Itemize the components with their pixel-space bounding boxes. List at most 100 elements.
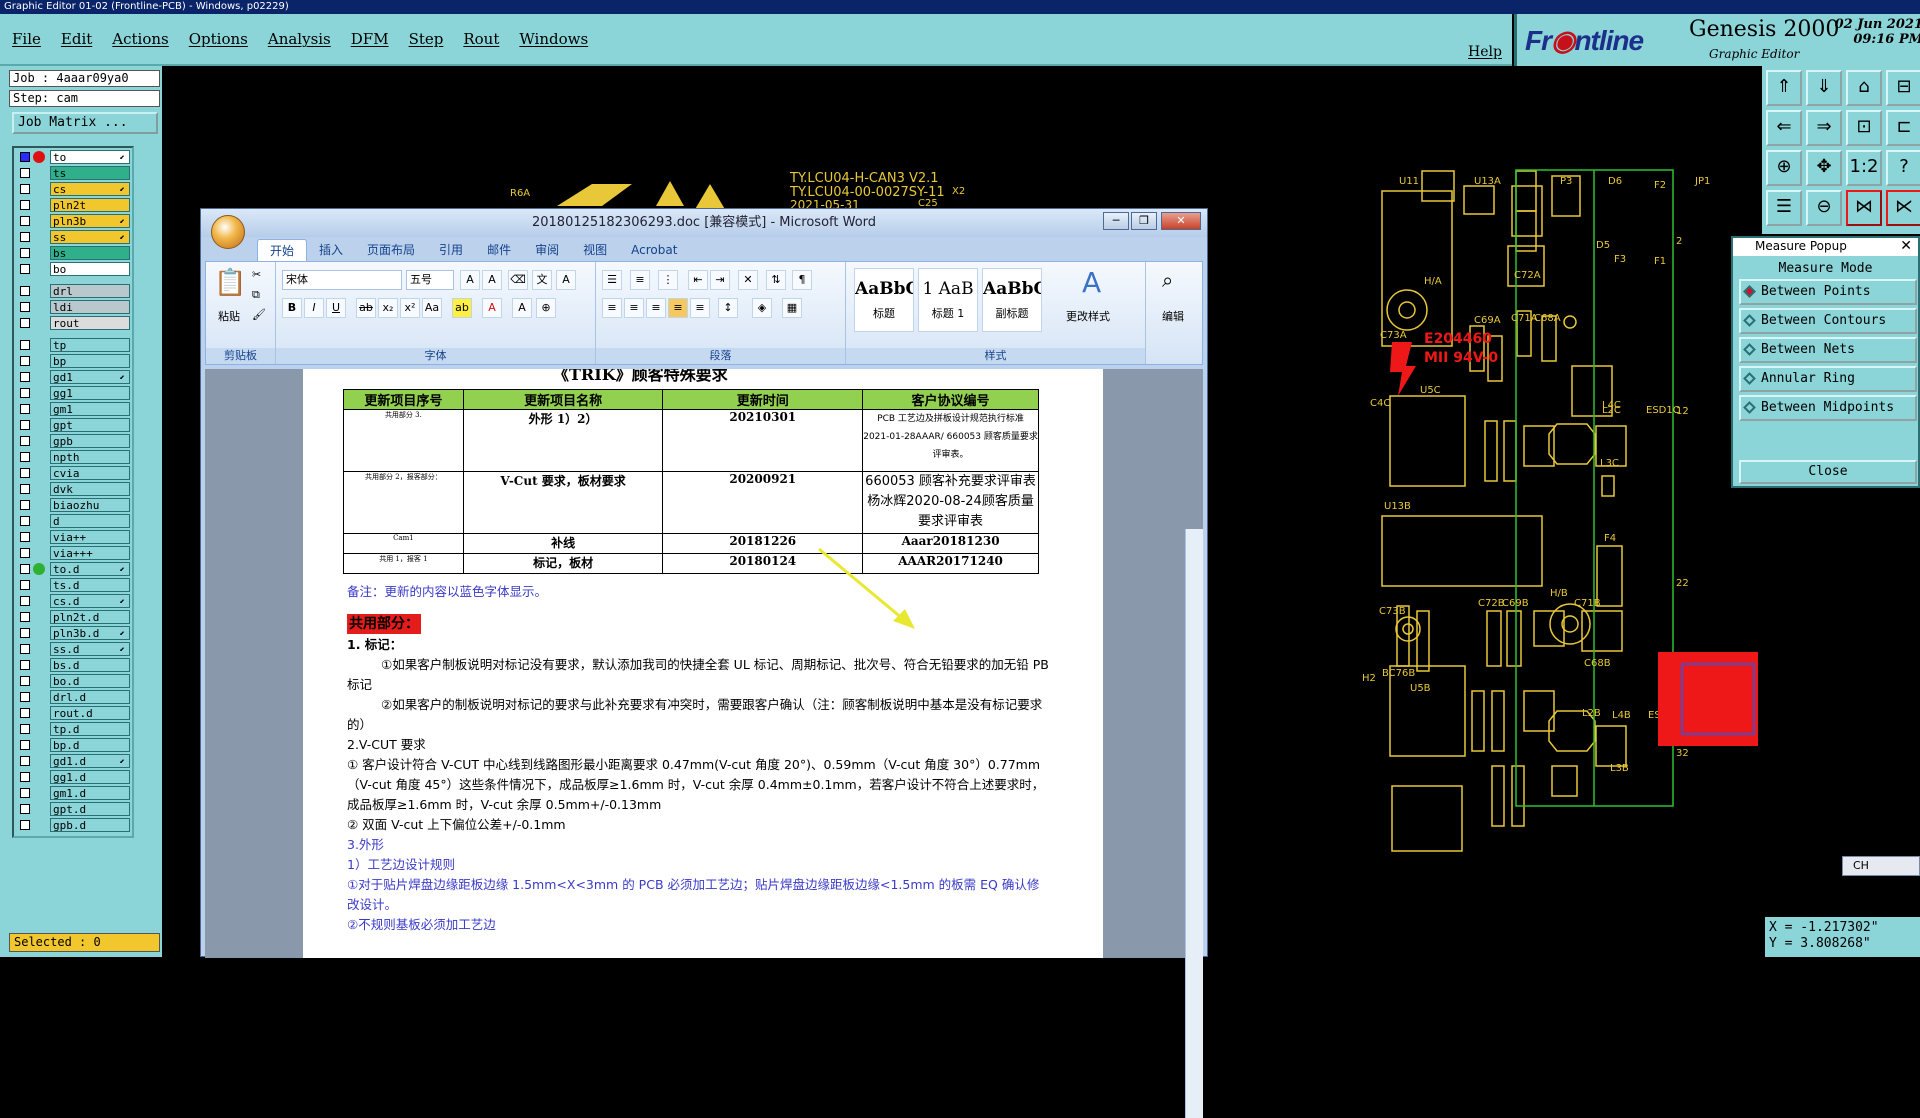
layer-row[interactable]: bs.d xyxy=(16,658,132,672)
slide-right-icon[interactable]: ⇒ xyxy=(1806,110,1842,146)
ime-indicator[interactable]: CH xyxy=(1842,856,1920,876)
layer-name[interactable]: pln3b.d ⬋ xyxy=(50,626,130,640)
layer-row[interactable]: gg1.d xyxy=(16,770,132,784)
edit-button[interactable]: 编辑 xyxy=(1162,308,1184,324)
layer-name[interactable]: gm1 xyxy=(50,402,130,416)
window-close-icon[interactable]: ✕ xyxy=(1161,212,1201,230)
layer-name[interactable]: ts xyxy=(50,166,130,180)
align-right-icon[interactable]: ≡ xyxy=(646,298,666,318)
layer-row[interactable]: drl xyxy=(16,284,132,298)
layer-checkbox[interactable] xyxy=(20,660,30,670)
ribbon-tab[interactable]: 审阅 xyxy=(523,239,571,261)
layer-checkbox[interactable] xyxy=(20,286,30,296)
layer-name[interactable]: dvk xyxy=(50,482,130,496)
format-painter-icon[interactable]: 🖌 xyxy=(252,308,266,321)
layer-name[interactable]: tp.d xyxy=(50,722,130,736)
subscript-icon[interactable]: x₂ xyxy=(378,298,398,318)
layer-name[interactable]: via++ xyxy=(50,530,130,544)
layer-row[interactable]: gpt.d xyxy=(16,802,132,816)
center-icon[interactable]: ✥ xyxy=(1806,150,1842,186)
font-size-select[interactable]: 五号 xyxy=(406,270,454,290)
layer-row[interactable]: ts.d xyxy=(16,578,132,592)
layer-checkbox[interactable] xyxy=(20,248,30,258)
measure-icon[interactable]: ⊖ xyxy=(1806,190,1842,226)
slide-left-icon[interactable]: ⇐ xyxy=(1766,110,1802,146)
grow-font-icon[interactable]: A xyxy=(460,270,480,290)
layer-checkbox[interactable] xyxy=(20,788,30,798)
layer-checkbox[interactable] xyxy=(20,628,30,638)
change-styles-button[interactable]: 更改样式 xyxy=(1066,308,1110,324)
paste-icon[interactable]: 📋 xyxy=(214,268,246,298)
layer-list[interactable]: to ⬋ ts cs ⬋ pln2t pln3b ⬋ ss ⬋ bs bo drl ldi rout tp bp… xyxy=(12,146,134,838)
layer-checkbox[interactable] xyxy=(20,548,30,558)
italic-icon[interactable]: I xyxy=(304,298,324,318)
layer-checkbox[interactable] xyxy=(20,692,30,702)
layer-row[interactable]: rout.d xyxy=(16,706,132,720)
mode-between-contours[interactable]: Between Contours xyxy=(1739,308,1917,334)
layer-checkbox[interactable] xyxy=(20,404,30,414)
layer-checkbox[interactable] xyxy=(20,484,30,494)
layer-row[interactable]: cvia xyxy=(16,466,132,480)
layer-checkbox[interactable] xyxy=(20,804,30,814)
office-button-icon[interactable] xyxy=(211,215,245,249)
layer-checkbox[interactable] xyxy=(20,340,30,350)
layer-name[interactable]: cvia xyxy=(50,466,130,480)
layer-row[interactable]: bo.d xyxy=(16,674,132,688)
menu-edit[interactable]: Edit xyxy=(61,30,92,48)
layer-name[interactable]: gd1 ⬋ xyxy=(50,370,130,384)
layer-row[interactable]: gd1 ⬋ xyxy=(16,370,132,384)
layer-name[interactable]: gpb xyxy=(50,434,130,448)
layer-checkbox[interactable] xyxy=(20,516,30,526)
layer-name[interactable]: gpt xyxy=(50,418,130,432)
layer-row[interactable]: ldi xyxy=(16,300,132,314)
menu-help[interactable]: Help xyxy=(1468,44,1502,60)
layer-name[interactable]: tp xyxy=(50,338,130,352)
layer-row[interactable]: npth xyxy=(16,450,132,464)
clear-format-icon[interactable]: ⌫ xyxy=(508,270,528,290)
layer-name[interactable]: gpt.d xyxy=(50,802,130,816)
layer-checkbox[interactable] xyxy=(20,596,30,606)
layer-name[interactable]: pln2t.d xyxy=(50,610,130,624)
layer-row[interactable]: via++ xyxy=(16,530,132,544)
layer-checkbox[interactable] xyxy=(20,644,30,654)
numbering-icon[interactable]: ≡ xyxy=(630,270,650,290)
layer-row[interactable]: ss ⬋ xyxy=(16,230,132,244)
layer-name[interactable]: ss.d ⬋ xyxy=(50,642,130,656)
line-spacing-icon[interactable]: ↕ xyxy=(718,298,738,318)
menu-options[interactable]: Options xyxy=(189,30,248,48)
layer-checkbox[interactable] xyxy=(20,388,30,398)
layer-checkbox[interactable] xyxy=(20,264,30,274)
layer-name[interactable]: bp xyxy=(50,354,130,368)
layer-row[interactable]: cs.d ⬋ xyxy=(16,594,132,608)
layer-name[interactable]: rout.d xyxy=(50,706,130,720)
layer-name[interactable]: gm1.d xyxy=(50,786,130,800)
layer-checkbox[interactable] xyxy=(20,302,30,312)
menu-actions[interactable]: Actions xyxy=(112,30,168,48)
layer-row[interactable]: gd1.d ⬋ xyxy=(16,754,132,768)
layer-checkbox[interactable] xyxy=(20,500,30,510)
layer-name[interactable]: drl xyxy=(50,284,130,298)
increase-indent-icon[interactable]: ⇥ xyxy=(710,270,730,290)
snap-icon[interactable]: ⋈ xyxy=(1846,190,1882,226)
shrink-font-icon[interactable]: A xyxy=(482,270,502,290)
layer-name[interactable]: npth xyxy=(50,450,130,464)
close-icon[interactable]: ✕ xyxy=(1900,238,1912,254)
layer-checkbox[interactable] xyxy=(20,468,30,478)
cut-icon[interactable]: ✂ xyxy=(252,268,261,281)
justify-icon[interactable]: ≡ xyxy=(668,298,688,318)
mode-between-points[interactable]: Between Points xyxy=(1739,279,1917,305)
layer-row[interactable]: gpb xyxy=(16,434,132,448)
restore-icon[interactable]: ❐ xyxy=(1131,212,1157,230)
ratio-icon[interactable]: 1:2 xyxy=(1846,150,1882,186)
layer-checkbox[interactable] xyxy=(20,724,30,734)
ribbon-tab[interactable]: 开始 xyxy=(257,239,308,261)
layer-row[interactable]: gpb.d xyxy=(16,818,132,832)
fit-icon[interactable]: ⊕ xyxy=(1766,150,1802,186)
align-center-icon[interactable]: ≡ xyxy=(624,298,644,318)
layer-checkbox[interactable] xyxy=(20,216,30,226)
layer-name[interactable]: cs.d ⬋ xyxy=(50,594,130,608)
enclose-char-icon[interactable]: ⊕ xyxy=(536,298,556,318)
layer-checkbox[interactable] xyxy=(20,740,30,750)
layer-name[interactable]: gd1.d ⬋ xyxy=(50,754,130,768)
layer-name[interactable]: gg1 xyxy=(50,386,130,400)
